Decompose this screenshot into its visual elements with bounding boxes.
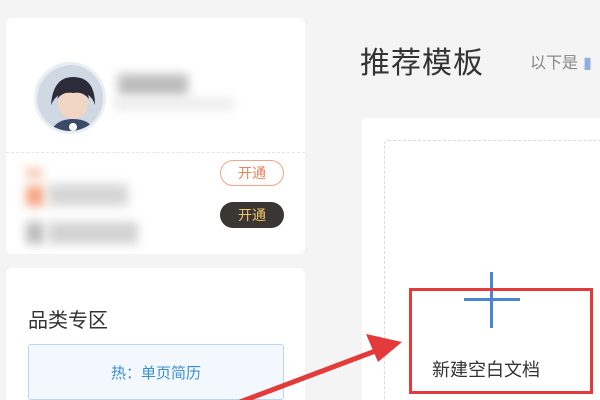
vip-icon-redacted [26,186,44,206]
vip-label-redacted [48,184,128,206]
divider [6,152,305,153]
vip-label-redacted [48,222,138,244]
profile-card: 开通 开通 [6,18,305,254]
open-vip-button-outline[interactable]: 开通 [220,160,284,186]
section-title: 推荐模板 [360,46,484,81]
section-subtitle: 以下是 ▮ [530,49,592,73]
vip-icon-redacted [26,168,42,178]
avatar[interactable] [34,62,106,134]
open-vip-button-dark[interactable]: 开通 [220,202,284,228]
section-subtitle-text: 以下是 [530,53,584,72]
vip-icon-redacted [26,222,44,244]
section-subtitle-truncated: ▮ [583,53,592,72]
user-info-redacted [114,98,234,110]
hot-category-item[interactable]: 热：单页简历 [28,344,284,400]
highlight-annotation-box [409,288,593,394]
category-title: 品类专区 [28,308,108,332]
username-redacted [118,74,188,96]
category-card: 品类专区 热：单页简历 [6,268,305,400]
